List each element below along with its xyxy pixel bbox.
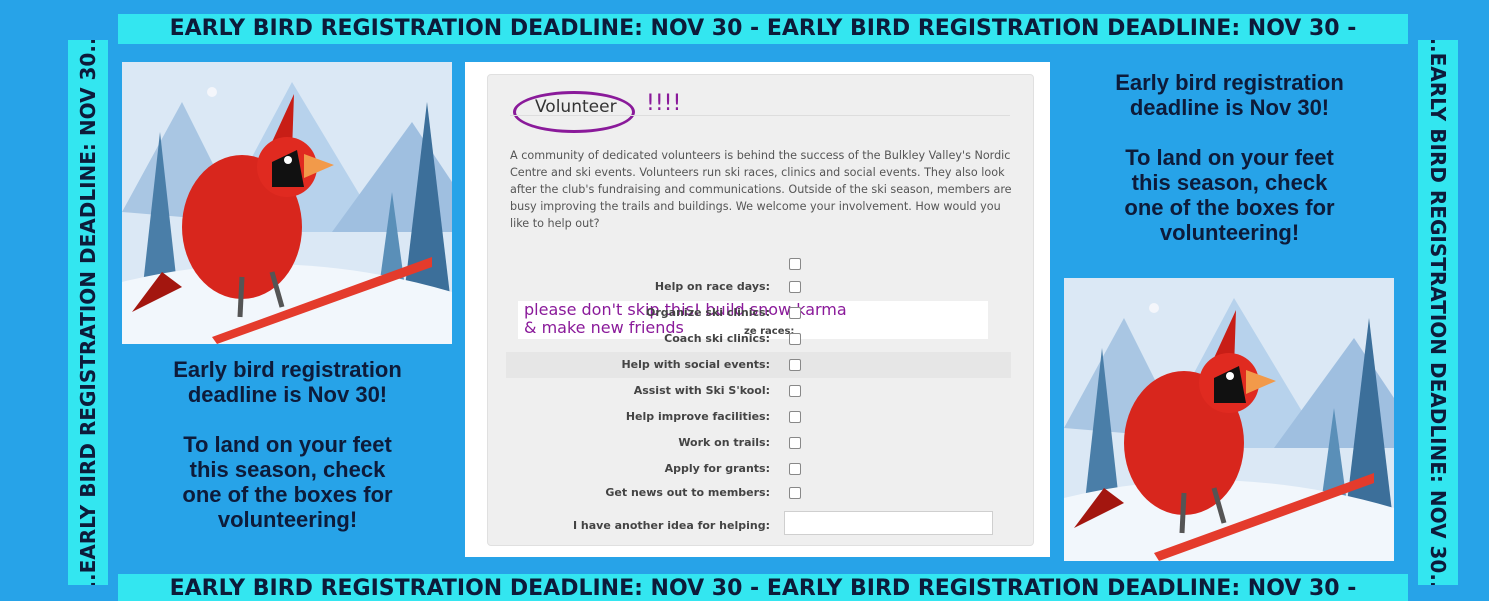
option-row: Help on race days: (528, 274, 1033, 300)
checkbox[interactable] (789, 359, 801, 371)
promo-text-right: Early bird registration deadline is Nov … (1062, 70, 1397, 245)
idea-input[interactable] (784, 511, 993, 535)
idea-row: I have another idea for helping: (528, 511, 1033, 539)
option-label: Coach ski clinics: (664, 332, 770, 345)
checkbox[interactable] (789, 385, 801, 397)
option-label: Apply for grants: (664, 462, 770, 475)
option-row: Apply for grants: (528, 456, 1033, 482)
left-banner-text: ...EARLY BIRD REGISTRATION DEADLINE: NOV… (76, 40, 100, 585)
idea-label: I have another idea for helping: (572, 519, 770, 532)
checkbox[interactable] (789, 437, 801, 449)
promo-line: one of the boxes for (1124, 195, 1335, 220)
option-row: Coach ski clinics: (528, 326, 1033, 352)
form-description: A community of dedicated volunteers is b… (510, 149, 1012, 230)
option-row: Get news out to members: (528, 480, 1033, 506)
form-title: Volunteer (535, 97, 617, 117)
option-row: Work on trails: (528, 430, 1033, 456)
cardinal-skiing-image (122, 62, 452, 344)
divider (510, 115, 1010, 116)
checkbox[interactable] (789, 281, 801, 293)
promo-line: To land on your feet (1125, 145, 1334, 170)
promo-line: volunteering! (217, 507, 358, 532)
promo-line: Early bird registration (1115, 70, 1344, 95)
option-row: Help with social events: (506, 352, 1011, 378)
promo-line: one of the boxes for (182, 482, 393, 507)
promo-line: deadline is Nov 30! (1129, 95, 1330, 120)
checkbox[interactable] (789, 411, 801, 423)
checkbox[interactable] (789, 463, 801, 475)
annotation-exclamation: !!!! (646, 91, 682, 116)
checkbox[interactable] (789, 307, 801, 319)
promo-text-left: Early bird registration deadline is Nov … (120, 357, 455, 532)
volunteer-form-screenshot: Volunteer !!!! A community of dedicated … (465, 62, 1050, 557)
promo-line: volunteering! (1159, 220, 1300, 245)
option-row: Help improve facilities: (528, 404, 1033, 430)
right-banner-text: ...EARLY BIRD REGISTRATION DEADLINE: NOV… (1426, 40, 1450, 585)
cardinal-skiing-illustration-right (1064, 278, 1394, 561)
option-row: Assist with Ski S'kool: (528, 378, 1033, 404)
top-banner: EARLY BIRD REGISTRATION DEADLINE: NOV 30… (118, 14, 1408, 44)
promo-line: this season, check (1131, 170, 1328, 195)
option-row: Organize ski clinics: (528, 300, 1033, 326)
bottom-banner: EARLY BIRD REGISTRATION DEADLINE: NOV 30… (118, 574, 1408, 601)
option-label: Help with social events: (621, 358, 770, 371)
checkbox[interactable] (789, 333, 801, 345)
promo-line: To land on your feet (183, 432, 392, 457)
right-vertical-banner: ...EARLY BIRD REGISTRATION DEADLINE: NOV… (1418, 40, 1458, 585)
promo-line: this season, check (189, 457, 386, 482)
left-vertical-banner: ...EARLY BIRD REGISTRATION DEADLINE: NOV… (68, 40, 108, 585)
option-label: Help on race days: (654, 280, 770, 293)
checkbox[interactable] (789, 258, 801, 270)
volunteer-form: Volunteer !!!! A community of dedicated … (487, 74, 1034, 546)
cardinal-skiing-illustration-left (122, 62, 452, 344)
option-label: Work on trails: (678, 436, 770, 449)
promo-line: Early bird registration (173, 357, 402, 382)
promo-line: deadline is Nov 30! (187, 382, 388, 407)
option-label: Assist with Ski S'kool: (633, 384, 770, 397)
cardinal-skiing-image-2 (1064, 278, 1394, 561)
option-label: Get news out to members: (605, 486, 770, 499)
option-label: Help improve facilities: (625, 410, 770, 423)
option-label: Organize ski clinics: (646, 306, 770, 319)
checkbox[interactable] (789, 487, 801, 499)
